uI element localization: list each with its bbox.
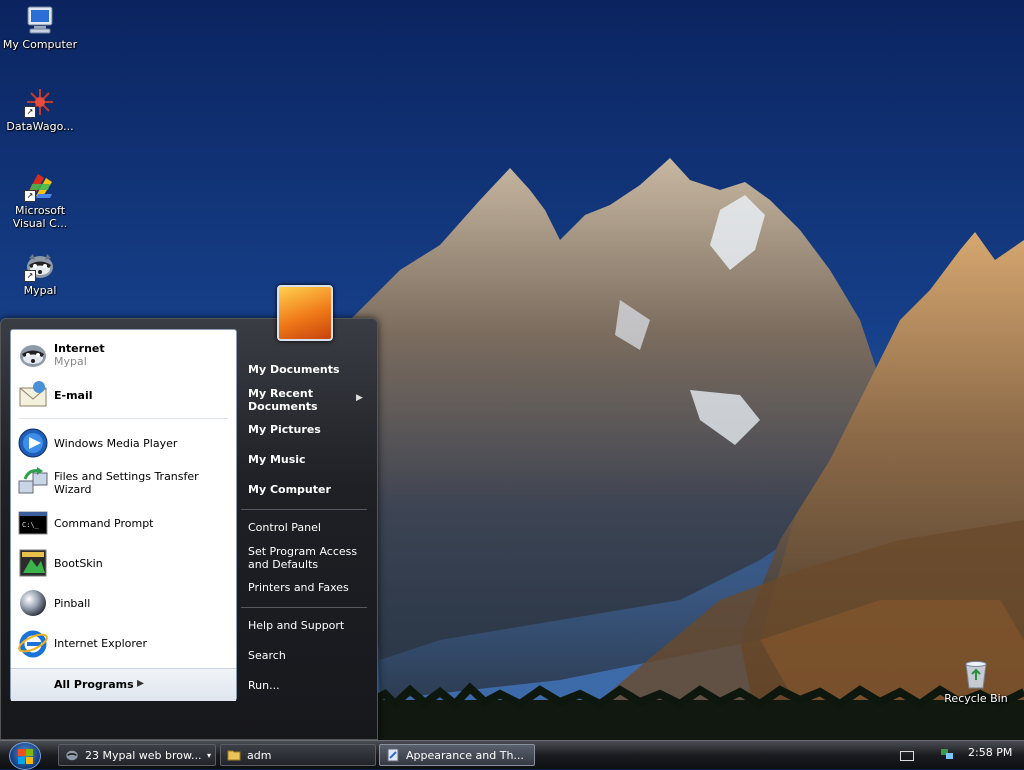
desktop-icon-label: My Computer <box>2 38 78 51</box>
start-menu: Internet Mypal E-mail Windows Media Play… <box>0 318 378 740</box>
taskbar-button-adm[interactable]: adm <box>220 744 376 766</box>
menu-item-run[interactable]: Run... <box>248 679 280 692</box>
pinned-item-email[interactable]: E-mail <box>17 378 232 412</box>
desktop-icon-datawagon[interactable]: ↗ DataWago... <box>0 86 80 133</box>
taskbar-button-label: adm <box>247 748 272 762</box>
menu-item-printers-faxes[interactable]: Printers and Faxes <box>248 581 349 594</box>
taskbar: 23 Mypal web brow... ▾ adm Appearance an… <box>0 740 1024 770</box>
taskbar-clock[interactable]: 2:58 PM <box>968 746 1012 759</box>
menu-item-my-music[interactable]: My Music <box>248 453 306 466</box>
pinned-item-title: Internet <box>54 342 105 355</box>
menu-item-control-panel[interactable]: Control Panel <box>248 521 321 534</box>
user-account-picture[interactable] <box>277 285 333 341</box>
pinned-item-internet[interactable]: Internet Mypal <box>17 338 232 372</box>
arrow-right-icon: ▸ <box>137 675 145 691</box>
all-programs-label: All Programs <box>54 678 134 691</box>
desktop-icon-label: DataWago... <box>6 120 74 133</box>
menu-separator <box>19 418 228 419</box>
network-icon[interactable] <box>940 747 954 764</box>
mypal-icon <box>65 748 79 762</box>
recent-item-windows-media-player[interactable]: Windows Media Player <box>17 426 232 460</box>
menu-item-my-pictures[interactable]: My Pictures <box>248 423 321 436</box>
mypal-icon <box>17 339 49 371</box>
menu-item-set-program-access[interactable]: Set Program Access and Defaults <box>248 545 363 571</box>
desktop-icon-label: Recycle Bin <box>944 692 1008 705</box>
start-menu-programs-pane: Internet Mypal E-mail Windows Media Play… <box>10 329 237 701</box>
pinball-icon <box>17 587 49 619</box>
shortcut-arrow-icon: ↗ <box>24 270 36 282</box>
menu-item-search[interactable]: Search <box>248 649 286 662</box>
recent-item-label: Internet Explorer <box>54 636 147 650</box>
menu-separator <box>241 509 367 510</box>
computer-icon <box>24 4 56 36</box>
recent-item-transfer-wizard[interactable]: Files and Settings Transfer Wizard <box>17 466 232 500</box>
recent-item-bootskin[interactable]: BootSkin <box>17 546 232 580</box>
desktop-icon-label: Microsoft Visual C... <box>12 204 68 230</box>
shortcut-arrow-icon: ↗ <box>24 190 36 202</box>
menu-item-my-documents[interactable]: My Documents <box>248 363 340 376</box>
recent-item-label: BootSkin <box>54 556 103 570</box>
desktop-icon-recycle-bin[interactable]: Recycle Bin <box>936 658 1016 705</box>
shortcut-arrow-icon: ↗ <box>24 106 36 118</box>
keyboard-icon[interactable] <box>900 751 914 761</box>
recent-item-pinball[interactable]: Pinball <box>17 586 232 620</box>
control-panel-icon <box>386 748 400 762</box>
folder-icon <box>227 748 241 762</box>
taskbar-button-label: 23 Mypal web brow... <box>85 748 202 762</box>
taskbar-button-mypal[interactable]: 23 Mypal web brow... ▾ <box>58 744 216 766</box>
recent-item-label: Command Prompt <box>54 516 154 530</box>
submenu-arrow-icon: ▶ <box>356 393 363 403</box>
taskbar-button-label: Appearance and Th... <box>406 748 524 762</box>
menu-item-help-support[interactable]: Help and Support <box>248 619 344 632</box>
pinned-item-subtitle: Mypal <box>54 355 87 368</box>
bootskin-icon <box>17 547 49 579</box>
transfer-wizard-icon <box>17 467 49 499</box>
svg-text:C:\_: C:\_ <box>22 521 40 529</box>
mypal-icon: ↗ <box>24 250 56 282</box>
menu-item-my-computer[interactable]: My Computer <box>248 483 331 496</box>
recent-item-command-prompt[interactable]: C:\_ Command Prompt <box>17 506 232 540</box>
menu-separator <box>241 607 367 608</box>
desktop-icon-mypal[interactable]: ↗ Mypal <box>0 250 80 297</box>
recent-item-label: Pinball <box>54 596 91 610</box>
all-programs-button[interactable]: All Programs ▸ <box>11 668 236 701</box>
recent-item-label: Files and Settings Transfer Wizard <box>54 470 199 496</box>
recent-item-internet-explorer[interactable]: Internet Explorer <box>17 626 232 660</box>
desktop-icon-my-computer[interactable]: My Computer <box>0 4 80 51</box>
recent-item-label: Windows Media Player <box>54 436 178 450</box>
datawagon-icon: ↗ <box>24 86 56 118</box>
start-button[interactable] <box>9 742 41 770</box>
media-player-icon <box>17 427 49 459</box>
visual-studio-icon: ↗ <box>24 170 56 202</box>
desktop-icon-visual-studio[interactable]: ↗ Microsoft Visual C... <box>0 170 80 230</box>
email-icon <box>17 379 49 411</box>
desktop-icon-label: Mypal <box>23 284 57 297</box>
pinned-item-title: E-mail <box>54 388 93 402</box>
chevron-down-icon: ▾ <box>206 750 211 760</box>
internet-explorer-icon <box>17 627 49 659</box>
recycle-bin-icon <box>960 658 992 690</box>
taskbar-button-appearance[interactable]: Appearance and Th... <box>379 744 535 766</box>
command-prompt-icon: C:\_ <box>17 507 49 539</box>
menu-item-my-recent-documents[interactable]: My Recent Documents <box>248 387 358 413</box>
